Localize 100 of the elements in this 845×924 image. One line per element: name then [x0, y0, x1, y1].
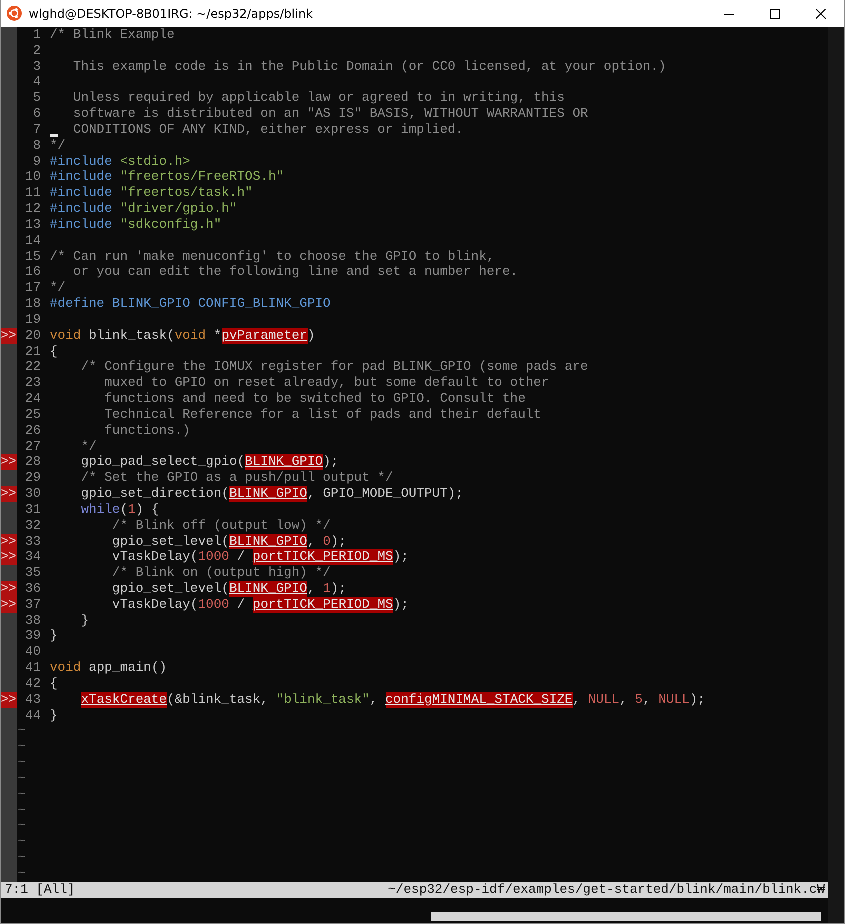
code-text: Unless required by applicable law or agreed to in writing, this	[73, 90, 565, 106]
code-text: );	[393, 549, 409, 566]
code-text: #include	[50, 185, 114, 202]
code-text: Technical Reference for a list of pads and their default	[104, 406, 542, 423]
maximize-icon	[770, 8, 780, 18]
code-text: #include	[50, 169, 114, 186]
empty-line-marker: ~	[17, 818, 26, 834]
code-text: CONDITIONS OF ANY KIND, either express or implied.	[73, 122, 464, 138]
error-sign: >>	[1, 596, 17, 613]
error-highlight: xTaskCreate	[81, 692, 168, 708]
code-text: (	[120, 502, 128, 518]
line-number: 41	[25, 660, 41, 676]
empty-line-marker: ~	[17, 739, 26, 756]
error-sign: >>	[1, 534, 17, 550]
line-number: 27	[25, 438, 41, 454]
code-text: software is distributed on an "AS IS" BASIS, WITHOUT WARRANTIES OR	[73, 106, 588, 122]
line-number: 42	[25, 676, 41, 692]
line-number: 16	[25, 264, 41, 280]
line-number: 14	[25, 232, 41, 249]
cursor-position: 7:1 [All]	[5, 882, 76, 898]
code-text: ,	[307, 534, 316, 550]
code-text: */	[81, 438, 97, 454]
error-highlight: configMINIMAL_STACK_SIZE	[386, 692, 573, 708]
line-number: 20	[25, 328, 41, 344]
code-text: );	[330, 580, 346, 597]
line-number: 29	[25, 470, 41, 486]
line-number: 30	[25, 486, 41, 502]
code-text: "freertos/FreeRTOS.h"	[120, 169, 284, 186]
code-text: {	[50, 344, 58, 360]
code-text: gpio_set_level(	[112, 534, 230, 550]
line-number: 37	[25, 596, 41, 613]
code-text: ) {	[136, 502, 160, 518]
code-text: /* Blink Example	[50, 27, 175, 43]
line-number: 44	[25, 708, 41, 724]
line-number: 32	[25, 518, 41, 534]
code-text: */	[50, 138, 66, 154]
code-text: NULL	[658, 692, 690, 708]
line-number: 10	[25, 169, 41, 186]
empty-line-marker: ~	[17, 723, 26, 740]
code-text: /* Blink off (output low) */	[112, 518, 331, 534]
line-number: 2	[33, 42, 41, 59]
error-sign: >>	[1, 549, 17, 566]
code-text: 5	[635, 692, 643, 708]
empty-line-marker: ~	[17, 802, 26, 818]
code-text: #include	[50, 201, 114, 217]
error-sign: >>	[1, 454, 17, 470]
line-number: 1	[33, 27, 41, 43]
code-text: gpio_set_level(	[112, 580, 230, 597]
code-text: );	[323, 454, 339, 470]
code-text: functions and need to be switched to GPIO. Consult the	[104, 391, 526, 407]
code-text: {	[50, 676, 58, 692]
window-title: wlghd@DESKTOP-8B01IRG: ~/esp32/apps/blink	[29, 6, 314, 20]
line-number: 39	[25, 628, 41, 644]
error-sign: >>	[1, 580, 17, 597]
error-highlight: portTICK_PERIOD_MS	[252, 596, 394, 613]
line-number: 34	[25, 549, 41, 566]
error-highlight: BLINK_GPIO	[245, 454, 324, 470]
code-text: void	[50, 660, 82, 676]
code-text: gpio_set_direction(	[81, 486, 230, 502]
vertical-scrollbar[interactable]	[828, 27, 844, 923]
line-number: 38	[25, 612, 41, 628]
error-highlight: BLINK_GPIO	[229, 486, 308, 502]
code-text: #include	[50, 154, 114, 170]
horizontal-scrollbar-thumb[interactable]	[431, 912, 821, 921]
code-text: while	[81, 502, 120, 518]
code-text: "sdkconfig.h"	[120, 216, 222, 233]
line-number: 15	[25, 248, 41, 264]
empty-line-marker: ~	[17, 850, 26, 866]
code-text: app_main()	[89, 660, 168, 676]
line-number: 9	[33, 154, 41, 170]
line-number: 43	[25, 692, 41, 708]
code-text: , GPIO_MODE_OUTPUT);	[307, 486, 464, 502]
file-path: ~/esp32/esp-idf/examples/get-started/blink/main/blink.c₩	[388, 882, 825, 898]
code-text: #define BLINK_GPIO CONFIG_BLINK_GPIO	[50, 296, 331, 312]
code-text: );	[393, 596, 409, 613]
code-text: }	[50, 628, 58, 644]
code-text: 1000	[198, 549, 230, 566]
app-logo-icon	[7, 6, 22, 21]
line-number: 40	[25, 644, 41, 660]
line-number: 26	[25, 422, 41, 439]
code-text: ,	[642, 692, 652, 708]
line-number: 35	[25, 565, 41, 581]
line-number: 23	[25, 375, 41, 392]
empty-line-marker: ~	[17, 786, 26, 803]
code-text: /* Set the GPIO as a push/pull output */	[81, 470, 394, 486]
error-highlight: BLINK_GPIO	[229, 534, 308, 550]
code-text: );	[690, 692, 706, 708]
code-text: ,	[307, 580, 316, 597]
code-text: );	[330, 534, 346, 550]
code-text: */	[50, 280, 66, 296]
code-text: #include	[50, 216, 114, 233]
line-number: 31	[25, 502, 41, 518]
line-number: 24	[25, 391, 41, 407]
line-number: 18	[25, 296, 41, 312]
code-text: vTaskDelay(	[112, 596, 198, 613]
code-text: void	[50, 328, 82, 344]
code-text: ,	[370, 692, 379, 708]
line-number: 12	[25, 201, 41, 217]
line-number: 33	[25, 534, 41, 550]
line-number: 4	[33, 74, 41, 90]
